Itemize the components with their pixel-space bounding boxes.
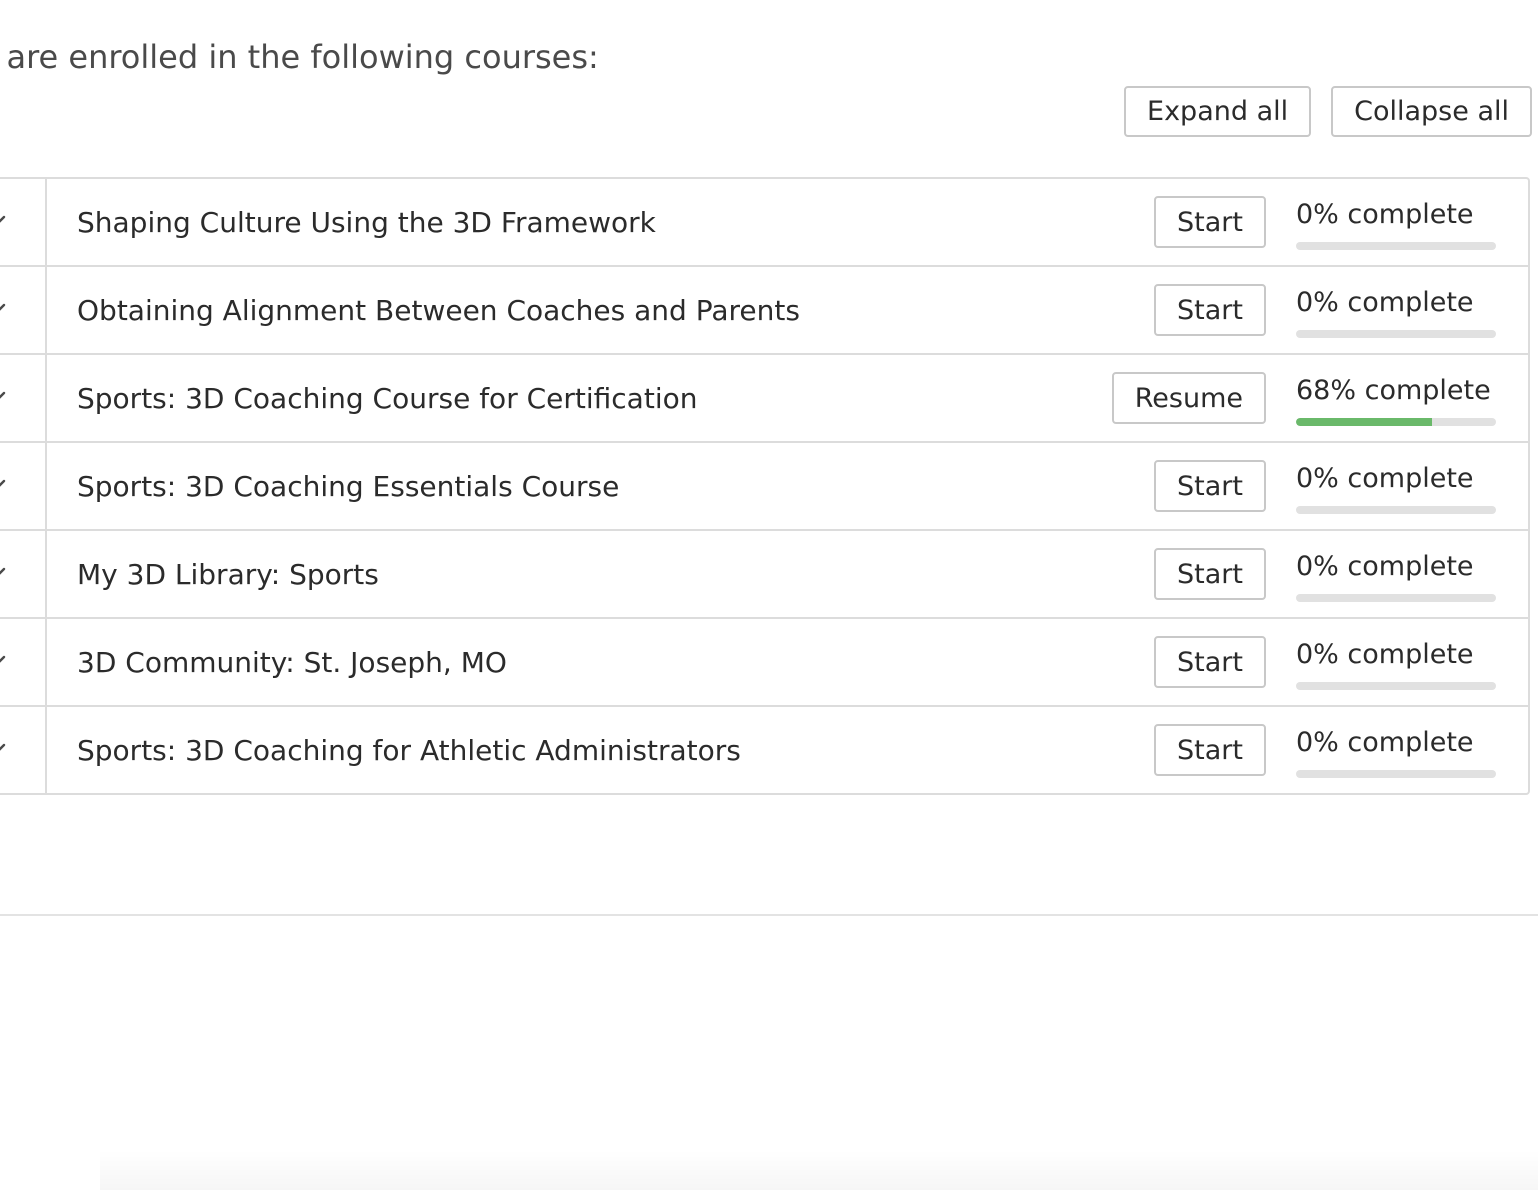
start-course-button[interactable]: Start (1154, 460, 1266, 512)
chevron-icon (0, 479, 6, 487)
course-toggle[interactable] (0, 619, 47, 705)
course-row: Sports: 3D Coaching Essentials Course St… (0, 443, 1528, 531)
course-title[interactable]: Sports: 3D Coaching Course for Certifica… (47, 382, 1112, 415)
start-course-button[interactable]: Start (1154, 636, 1266, 688)
progress-track (1296, 330, 1496, 338)
course-toggle[interactable] (0, 355, 47, 441)
course-progress: 0% complete (1296, 707, 1498, 778)
course-progress: 0% complete (1296, 531, 1498, 602)
course-progress: 0% complete (1296, 619, 1498, 690)
progress-label: 0% complete (1296, 727, 1474, 758)
course-progress: 0% complete (1296, 443, 1498, 514)
start-course-button[interactable]: Start (1154, 196, 1266, 248)
chevron-icon (0, 655, 6, 663)
course-toggle[interactable] (0, 707, 47, 793)
course-title[interactable]: 3D Community: St. Joseph, MO (47, 646, 1154, 679)
start-course-button[interactable]: Start (1154, 724, 1266, 776)
expand-all-button[interactable]: Expand all (1124, 86, 1312, 137)
course-toggle[interactable] (0, 443, 47, 529)
chevron-icon (0, 215, 6, 223)
resume-course-button[interactable]: Resume (1111, 372, 1266, 424)
collapse-all-button[interactable]: Collapse all (1331, 86, 1532, 137)
progress-track (1296, 594, 1496, 602)
course-title[interactable]: Obtaining Alignment Between Coaches and … (47, 294, 1154, 327)
course-title[interactable]: Sports: 3D Coaching for Athletic Adminis… (47, 734, 1154, 767)
course-row: Shaping Culture Using the 3D Framework S… (0, 179, 1528, 267)
chevron-icon (0, 567, 6, 575)
progress-label: 0% complete (1296, 287, 1474, 318)
course-title[interactable]: My 3D Library: Sports (47, 558, 1154, 591)
course-progress: 0% complete (1296, 267, 1498, 338)
chevron-icon (0, 391, 6, 399)
toolbar: Expand all Collapse all (1124, 86, 1532, 137)
course-row: 3D Community: St. Joseph, MO Start 0% co… (0, 619, 1528, 707)
course-list: Shaping Culture Using the 3D Framework S… (0, 177, 1530, 795)
chevron-icon (0, 743, 6, 751)
start-course-button[interactable]: Start (1154, 548, 1266, 600)
bottom-shade (100, 1150, 1538, 1190)
course-toggle[interactable] (0, 267, 47, 353)
progress-track (1296, 506, 1496, 514)
enrolled-courses-page: u are enrolled in the following courses:… (0, 0, 1538, 1190)
progress-track (1296, 770, 1496, 778)
progress-label: 0% complete (1296, 551, 1474, 582)
progress-label: 0% complete (1296, 199, 1474, 230)
progress-track (1296, 682, 1496, 690)
progress-track (1296, 242, 1496, 250)
progress-label: 68% complete (1296, 375, 1491, 406)
section-divider (0, 914, 1538, 916)
chevron-icon (0, 303, 6, 311)
course-row: Sports: 3D Coaching Course for Certifica… (0, 355, 1528, 443)
start-course-button[interactable]: Start (1154, 284, 1266, 336)
progress-label: 0% complete (1296, 639, 1474, 670)
progress-label: 0% complete (1296, 463, 1474, 494)
course-row: My 3D Library: Sports Start 0% complete (0, 531, 1528, 619)
course-toggle[interactable] (0, 179, 47, 265)
course-toggle[interactable] (0, 531, 47, 617)
progress-fill (1296, 418, 1432, 426)
course-row: Obtaining Alignment Between Coaches and … (0, 267, 1528, 355)
course-title[interactable]: Shaping Culture Using the 3D Framework (47, 206, 1154, 239)
course-row: Sports: 3D Coaching for Athletic Adminis… (0, 707, 1528, 793)
course-progress: 0% complete (1296, 179, 1498, 250)
enrolled-courses-heading: u are enrolled in the following courses: (0, 38, 599, 76)
progress-track (1296, 418, 1496, 426)
course-title[interactable]: Sports: 3D Coaching Essentials Course (47, 470, 1154, 503)
course-progress: 68% complete (1296, 355, 1498, 426)
